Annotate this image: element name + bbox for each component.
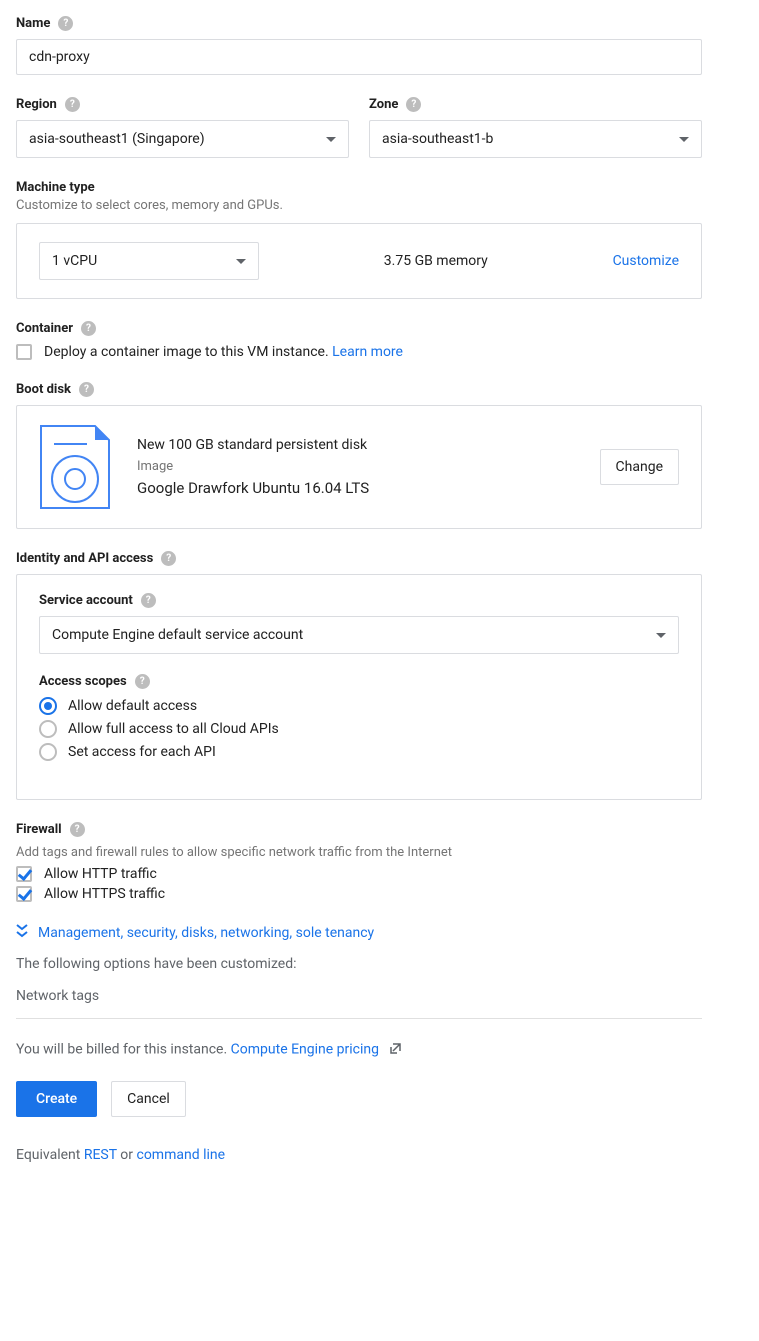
cpu-select[interactable]: 1 vCPU bbox=[39, 242, 259, 280]
access-scopes-label: Access scopes bbox=[39, 674, 127, 689]
network-tags-label: Network tags bbox=[16, 988, 743, 1004]
learn-more-link[interactable]: Learn more bbox=[332, 344, 403, 360]
help-icon[interactable]: ? bbox=[65, 97, 80, 112]
scope-full-radio[interactable] bbox=[39, 720, 57, 738]
region-value: asia-southeast1 (Singapore) bbox=[29, 131, 205, 147]
scope-each-radio[interactable] bbox=[39, 743, 57, 761]
scope-full-label: Allow full access to all Cloud APIs bbox=[68, 721, 279, 737]
disk-image-name: Google Drawfork Ubuntu 16.04 LTS bbox=[137, 479, 574, 497]
container-label: Container bbox=[16, 321, 73, 336]
name-input[interactable] bbox=[16, 39, 702, 75]
expander-label: Management, security, disks, networking,… bbox=[38, 925, 374, 941]
zone-label: Zone bbox=[369, 97, 398, 112]
help-icon[interactable]: ? bbox=[141, 593, 156, 608]
external-link-icon bbox=[389, 1041, 403, 1059]
zone-select[interactable]: asia-southeast1-b bbox=[369, 120, 702, 158]
chevron-down-icon bbox=[236, 259, 246, 269]
disk-title: New 100 GB standard persistent disk bbox=[137, 437, 574, 453]
disk-sublabel: Image bbox=[137, 459, 574, 474]
help-icon[interactable]: ? bbox=[81, 321, 96, 336]
equivalent-text: Equivalent REST or command line bbox=[16, 1147, 743, 1163]
scope-each-label: Set access for each API bbox=[68, 744, 216, 760]
machine-type-hint: Customize to select cores, memory and GP… bbox=[16, 198, 743, 213]
boot-disk-card: New 100 GB standard persistent disk Imag… bbox=[16, 405, 702, 529]
container-checkbox-label: Deploy a container image to this VM inst… bbox=[44, 344, 403, 360]
boot-disk-label: Boot disk bbox=[16, 382, 71, 397]
customized-message: The following options have been customiz… bbox=[16, 956, 743, 972]
billing-text: You will be billed for this instance. Co… bbox=[16, 1041, 743, 1059]
identity-card: Service account ? Compute Engine default… bbox=[16, 574, 702, 800]
firewall-hint: Add tags and firewall rules to allow spe… bbox=[16, 845, 743, 860]
help-icon[interactable]: ? bbox=[70, 822, 85, 837]
help-icon[interactable]: ? bbox=[135, 674, 150, 689]
help-icon[interactable]: ? bbox=[406, 97, 421, 112]
scope-default-radio[interactable] bbox=[39, 697, 57, 715]
machine-type-label: Machine type bbox=[16, 180, 743, 195]
cpu-value: 1 vCPU bbox=[52, 253, 97, 269]
service-account-select[interactable]: Compute Engine default service account bbox=[39, 616, 679, 654]
service-account-label: Service account bbox=[39, 593, 133, 608]
chevron-down-icon bbox=[326, 137, 336, 147]
disk-icon bbox=[39, 424, 111, 510]
divider bbox=[16, 1018, 702, 1019]
memory-value: 3.75 GB memory bbox=[287, 253, 585, 269]
identity-label: Identity and API access bbox=[16, 551, 153, 566]
region-label: Region bbox=[16, 97, 57, 112]
help-icon[interactable]: ? bbox=[58, 16, 73, 31]
https-checkbox[interactable] bbox=[16, 886, 32, 902]
http-checkbox[interactable] bbox=[16, 866, 32, 882]
advanced-expander[interactable]: Management, security, disks, networking,… bbox=[16, 924, 743, 942]
change-button[interactable]: Change bbox=[600, 449, 679, 485]
help-icon[interactable]: ? bbox=[79, 382, 94, 397]
pricing-link[interactable]: Compute Engine pricing bbox=[231, 1042, 379, 1058]
https-label: Allow HTTPS traffic bbox=[44, 886, 165, 902]
chevrons-down-icon bbox=[16, 924, 28, 942]
chevron-down-icon bbox=[656, 633, 666, 643]
help-icon[interactable]: ? bbox=[161, 551, 176, 566]
name-label: Name bbox=[16, 16, 50, 31]
create-button[interactable]: Create bbox=[16, 1081, 97, 1117]
rest-link[interactable]: REST bbox=[84, 1147, 117, 1163]
firewall-label: Firewall bbox=[16, 822, 62, 837]
service-account-value: Compute Engine default service account bbox=[52, 627, 303, 643]
region-select[interactable]: asia-southeast1 (Singapore) bbox=[16, 120, 349, 158]
container-deploy-checkbox[interactable] bbox=[16, 344, 32, 360]
http-label: Allow HTTP traffic bbox=[44, 866, 157, 882]
command-line-link[interactable]: command line bbox=[136, 1147, 225, 1163]
chevron-down-icon bbox=[679, 137, 689, 147]
scope-default-label: Allow default access bbox=[68, 698, 197, 714]
customize-link[interactable]: Customize bbox=[613, 253, 679, 269]
machine-type-card: 1 vCPU 3.75 GB memory Customize bbox=[16, 223, 702, 299]
cancel-button[interactable]: Cancel bbox=[111, 1081, 186, 1117]
zone-value: asia-southeast1-b bbox=[382, 131, 493, 147]
